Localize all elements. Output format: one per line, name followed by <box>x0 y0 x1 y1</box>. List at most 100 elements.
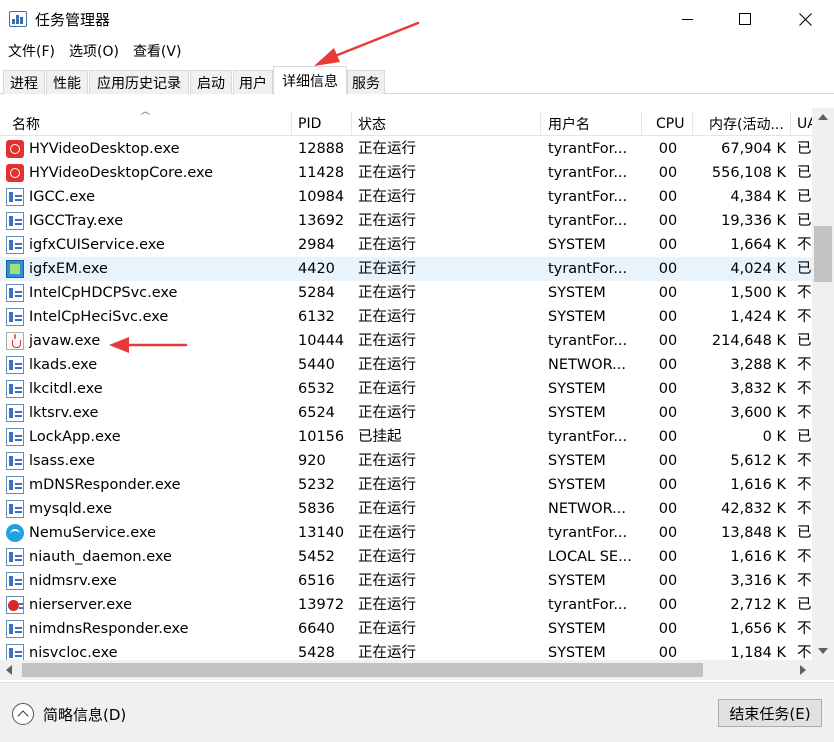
scroll-right-icon[interactable] <box>800 665 806 675</box>
vertical-scroll-thumb[interactable] <box>814 226 832 282</box>
column-header-status[interactable]: 状态 <box>358 112 386 136</box>
process-uac: 已 <box>797 525 812 541</box>
table-row[interactable]: HYVideoDesktopCore.exe 11428 正在运行 tyrantFor… <box>0 161 812 185</box>
table-row[interactable]: mDNSResponder.exe 5232 正在运行 SYSTEM 00 1,616 K… <box>0 473 812 497</box>
process-user: SYSTEM <box>548 237 606 253</box>
process-pid: 11428 <box>298 165 345 181</box>
column-header-name[interactable]: 名称 <box>12 112 40 136</box>
table-row[interactable]: nidmsrv.exe 6516 正在运行 SYSTEM 00 3,316 K 不 <box>0 569 812 593</box>
process-cpu: 00 <box>658 309 678 325</box>
table-row[interactable]: javaw.exe 10444 正在运行 tyrantFor... 00 214,648 … <box>0 329 812 353</box>
tab-users[interactable]: 用户 <box>233 70 273 94</box>
scroll-up-icon[interactable] <box>818 114 828 120</box>
menu-view[interactable]: 查看(V) <box>133 41 182 61</box>
horizontal-scrollbar[interactable] <box>0 660 812 680</box>
table-row[interactable]: HYVideoDesktop.exe 12888 正在运行 tyrantFor... 0… <box>0 137 812 161</box>
minimize-button[interactable] <box>658 0 716 38</box>
application-icon <box>6 620 24 638</box>
window-title: 任务管理器 <box>35 11 111 29</box>
process-cpu: 00 <box>658 285 678 301</box>
table-row[interactable]: mysqld.exe 5836 正在运行 NETWOR... 00 42,832 K 不 <box>0 497 812 521</box>
tab-startup[interactable]: 启动 <box>190 70 232 94</box>
process-cpu: 00 <box>658 549 678 565</box>
table-row[interactable]: LockApp.exe 10156 已挂起 tyrantFor... 00 0 K 已 <box>0 425 812 449</box>
process-name: HYVideoDesktop.exe <box>29 141 180 157</box>
table-row[interactable]: nimdnsResponder.exe 6640 正在运行 SYSTEM 00 1,656… <box>0 617 812 641</box>
table-row[interactable]: IntelCpHDCPSvc.exe 5284 正在运行 SYSTEM 00 1,500 … <box>0 281 812 305</box>
process-pid: 6524 <box>298 405 335 421</box>
close-button[interactable] <box>776 0 834 38</box>
process-memory: 3,316 K <box>730 573 786 589</box>
table-row[interactable]: igfxEM.exe 4420 正在运行 tyrantFor... 00 4,024 K 已 <box>0 257 812 281</box>
tab-details[interactable]: 详细信息 <box>273 66 347 95</box>
table-row[interactable]: niauth_daemon.exe 5452 正在运行 LOCAL SE... 00 1,… <box>0 545 812 569</box>
menu-bar: 文件(F) 选项(O) 查看(V) <box>0 38 834 64</box>
hy-video-icon <box>6 140 24 158</box>
process-status: 正在运行 <box>358 477 416 493</box>
menu-options[interactable]: 选项(O) <box>69 41 119 61</box>
process-name: nierserver.exe <box>29 597 133 613</box>
process-name: NemuService.exe <box>29 525 157 541</box>
process-name: HYVideoDesktopCore.exe <box>29 165 214 181</box>
table-row[interactable]: lkcitdl.exe 6532 正在运行 SYSTEM 00 3,832 K 不 <box>0 377 812 401</box>
table-row[interactable]: nierserver.exe 13972 正在运行 tyrantFor... 00 2,7… <box>0 593 812 617</box>
process-pid: 6640 <box>298 621 335 637</box>
vertical-scrollbar[interactable] <box>812 108 834 660</box>
application-icon <box>6 308 24 326</box>
process-memory: 1,656 K <box>730 621 786 637</box>
process-pid: 10156 <box>298 429 345 445</box>
process-cpu: 00 <box>658 645 678 660</box>
scroll-left-icon[interactable] <box>6 665 12 675</box>
table-row[interactable]: igfxCUIService.exe 2984 正在运行 SYSTEM 00 1,664 … <box>0 233 812 257</box>
column-header-username[interactable]: 用户名 <box>548 112 590 136</box>
table-row[interactable]: IGCC.exe 10984 正在运行 tyrantFor... 00 4,384 K 已 <box>0 185 812 209</box>
table-row[interactable]: lsass.exe 920 正在运行 SYSTEM 00 5,612 K 不 <box>0 449 812 473</box>
menu-file[interactable]: 文件(F) <box>8 41 55 61</box>
table-row[interactable]: IntelCpHeciSvc.exe 6132 正在运行 SYSTEM 00 1,424 … <box>0 305 812 329</box>
maximize-button[interactable] <box>716 0 774 38</box>
process-user: LOCAL SE... <box>548 549 632 565</box>
chevron-up-circle-icon[interactable] <box>12 703 34 725</box>
application-icon <box>6 356 24 374</box>
column-header-uac[interactable]: UA <box>797 112 812 136</box>
column-header-memory[interactable]: 内存(活动... <box>709 112 784 136</box>
process-pid: 5440 <box>298 357 335 373</box>
fewer-details-link[interactable]: 简略信息(D) <box>43 704 126 725</box>
column-header-cpu[interactable]: CPU <box>656 112 684 136</box>
application-icon <box>6 188 24 206</box>
tab-performance[interactable]: 性能 <box>46 70 88 94</box>
process-status: 已挂起 <box>358 429 402 445</box>
process-name: niauth_daemon.exe <box>29 549 172 565</box>
process-name: LockApp.exe <box>29 429 121 445</box>
table-body: HYVideoDesktop.exe 12888 正在运行 tyrantFor... 0… <box>0 137 812 660</box>
process-cpu: 00 <box>658 573 678 589</box>
column-header-pid[interactable]: PID <box>298 112 321 136</box>
table-row[interactable]: nisvcloc.exe 5428 正在运行 SYSTEM 00 1,184 K 不 <box>0 641 812 660</box>
table-row[interactable]: IGCCTray.exe 13692 正在运行 tyrantFor... 00 19,33… <box>0 209 812 233</box>
process-pid: 5428 <box>298 645 335 660</box>
table-row[interactable]: lkads.exe 5440 正在运行 NETWOR... 00 3,288 K 不 <box>0 353 812 377</box>
process-name: lkads.exe <box>29 357 98 373</box>
application-icon <box>6 476 24 494</box>
tab-app-history[interactable]: 应用历史记录 <box>89 70 189 94</box>
application-icon <box>6 548 24 566</box>
process-user: tyrantFor... <box>548 213 628 229</box>
tab-processes[interactable]: 进程 <box>3 70 45 94</box>
process-cpu: 00 <box>658 213 678 229</box>
process-memory: 67,904 K <box>721 141 786 157</box>
process-status: 正在运行 <box>358 237 416 253</box>
tab-services[interactable]: 服务 <box>347 70 385 94</box>
sort-ascending-icon: ^ <box>138 111 152 122</box>
horizontal-scroll-thumb[interactable] <box>22 663 703 677</box>
process-memory: 4,384 K <box>730 189 786 205</box>
process-memory: 3,832 K <box>730 381 786 397</box>
process-uac: 已 <box>797 597 812 613</box>
table-row[interactable]: NemuService.exe 13140 正在运行 tyrantFor... 00 13… <box>0 521 812 545</box>
scroll-down-icon[interactable] <box>818 648 828 654</box>
process-pid: 10444 <box>298 333 345 349</box>
process-status: 正在运行 <box>358 573 416 589</box>
process-pid: 13972 <box>298 597 345 613</box>
table-row[interactable]: lktsrv.exe 6524 正在运行 SYSTEM 00 3,600 K 不 <box>0 401 812 425</box>
end-task-button[interactable]: 结束任务(E) <box>718 699 822 727</box>
process-cpu: 00 <box>658 141 678 157</box>
